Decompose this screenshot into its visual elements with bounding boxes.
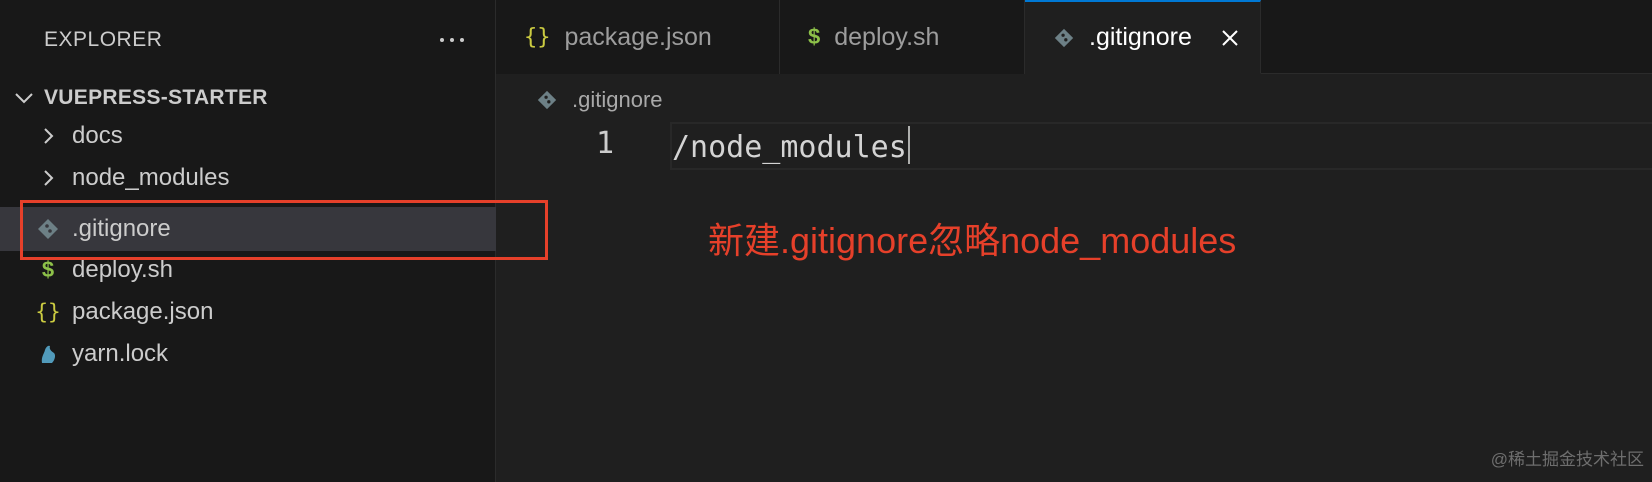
- tree-item-label: .gitignore: [72, 215, 171, 242]
- tree-item-node-modules[interactable]: node_modules: [0, 156, 496, 200]
- text-cursor: [907, 126, 910, 164]
- tree-item-label: node_modules: [72, 164, 230, 191]
- explorer-sidebar: EXPLORER VUEPRESS-STARTER docs node_modu…: [0, 0, 496, 482]
- dollar-icon: $: [808, 24, 821, 49]
- close-icon[interactable]: [1218, 26, 1242, 50]
- watermark: @稀土掘金技术社区: [1490, 450, 1644, 469]
- braces-icon: {}: [524, 24, 551, 50]
- yarn-icon: [41, 345, 56, 363]
- breadcrumb-file: .gitignore: [572, 87, 663, 112]
- tree-item-label: deploy.sh: [72, 256, 173, 283]
- dollar-icon: $: [41, 257, 55, 282]
- editor-tab-bar: {} package.json $ deploy.sh .gitignore: [496, 0, 1652, 74]
- breadcrumb[interactable]: .gitignore: [536, 84, 663, 116]
- tab-label: deploy.sh: [834, 22, 940, 51]
- project-name: VUEPRESS-STARTER: [44, 86, 268, 109]
- tab-package-json[interactable]: {} package.json: [496, 0, 780, 74]
- chevron-right-icon: [44, 128, 54, 144]
- tab-gitignore[interactable]: .gitignore: [1025, 0, 1261, 74]
- braces-icon: {}: [35, 300, 61, 324]
- tree-item-package-json[interactable]: {} package.json: [0, 290, 496, 334]
- more-actions-icon[interactable]: [434, 22, 470, 58]
- tree-item-gitignore[interactable]: .gitignore: [0, 207, 496, 251]
- tree-item-label: docs: [72, 122, 123, 149]
- project-folder-row[interactable]: VUEPRESS-STARTER: [0, 78, 496, 118]
- git-icon: [38, 219, 58, 239]
- code-line[interactable]: /node_modules: [672, 126, 910, 165]
- tab-label: package.json: [564, 22, 712, 51]
- chevron-right-icon: [44, 170, 54, 186]
- code-text: /node_modules: [672, 130, 907, 165]
- editor-line-1[interactable]: 1 /node_modules: [496, 122, 1652, 172]
- git-icon: [537, 90, 557, 110]
- tree-item-deploy-sh[interactable]: $ deploy.sh: [0, 248, 496, 292]
- annotation-text: 新建.gitignore忽略node_modules: [708, 220, 1237, 261]
- tree-item-docs[interactable]: docs: [0, 114, 496, 158]
- tab-deploy-sh[interactable]: $ deploy.sh: [780, 0, 1025, 74]
- explorer-title: EXPLORER: [44, 28, 163, 51]
- tree-item-label: yarn.lock: [72, 340, 169, 367]
- chevron-down-icon: [15, 93, 33, 104]
- line-number: 1: [596, 126, 615, 161]
- tree-item-label: package.json: [72, 298, 214, 325]
- tab-label: .gitignore: [1089, 23, 1192, 51]
- git-icon: [1054, 28, 1074, 47]
- tree-item-yarn-lock[interactable]: yarn.lock: [0, 332, 496, 376]
